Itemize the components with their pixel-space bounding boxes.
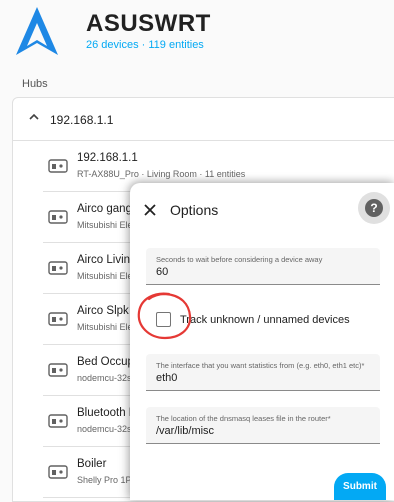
device-meta: RT-AX88U_Pro · Living Room · 11 entities — [77, 169, 246, 179]
field-label: The interface that you want statistics f… — [156, 361, 365, 370]
device-icon — [48, 465, 68, 479]
help-button[interactable]: ? — [358, 192, 390, 224]
device-meta: nodemcu-32s — [77, 373, 132, 383]
device-meta: nodemcu-32s — [77, 424, 132, 434]
dnsmasq-path-field[interactable]: The location of the dnsmasq leases file … — [146, 407, 380, 444]
device-icon — [48, 312, 68, 326]
app-title: ASUSWRT — [86, 10, 211, 37]
devices-entities-link[interactable]: 26 devices · 119 entities — [86, 39, 204, 51]
device-meta: Mitsubishi Elec — [77, 322, 138, 332]
submit-button[interactable]: Submit — [334, 473, 386, 500]
device-name: Airco Living — [77, 254, 137, 266]
field-label: Seconds to wait before considering a dev… — [156, 255, 323, 264]
options-dialog: Options ? Seconds to wait before conside… — [130, 183, 394, 500]
help-icon: ? — [365, 199, 383, 217]
device-icon — [48, 414, 68, 428]
track-unknown-label: Track unknown / unnamed devices — [180, 314, 350, 326]
dialog-title: Options — [170, 202, 219, 218]
device-icon — [48, 210, 68, 224]
field-label: The location of the dnsmasq leases file … — [156, 414, 331, 423]
field-value[interactable]: 60 — [156, 266, 168, 278]
device-name: Airco gang — [77, 203, 132, 215]
device-icon — [48, 261, 68, 275]
device-meta: Mitsubishi Elec — [77, 271, 138, 281]
track-unknown-checkbox[interactable] — [156, 312, 171, 327]
asus-router-logo-icon — [16, 7, 58, 55]
device-name: 192.168.1.1 — [77, 152, 138, 164]
device-name: Boiler — [77, 458, 107, 470]
device-icon — [48, 159, 68, 173]
close-icon[interactable] — [142, 202, 158, 218]
hub-name: 192.168.1.1 — [50, 113, 114, 127]
field-value[interactable]: /var/lib/misc — [156, 425, 214, 437]
field-value[interactable]: eth0 — [156, 372, 177, 384]
hub-row[interactable]: 192.168.1.1 — [13, 98, 394, 141]
hubs-section-label: Hubs — [22, 78, 48, 90]
device-meta: Mitsubishi Elec — [77, 220, 138, 230]
chevron-up-icon[interactable] — [27, 110, 41, 124]
app-header: ASUSWRT 26 devices · 119 entities — [0, 0, 394, 70]
device-icon — [48, 363, 68, 377]
consider-home-field[interactable]: Seconds to wait before considering a dev… — [146, 248, 380, 285]
interface-field[interactable]: The interface that you want statistics f… — [146, 354, 380, 391]
